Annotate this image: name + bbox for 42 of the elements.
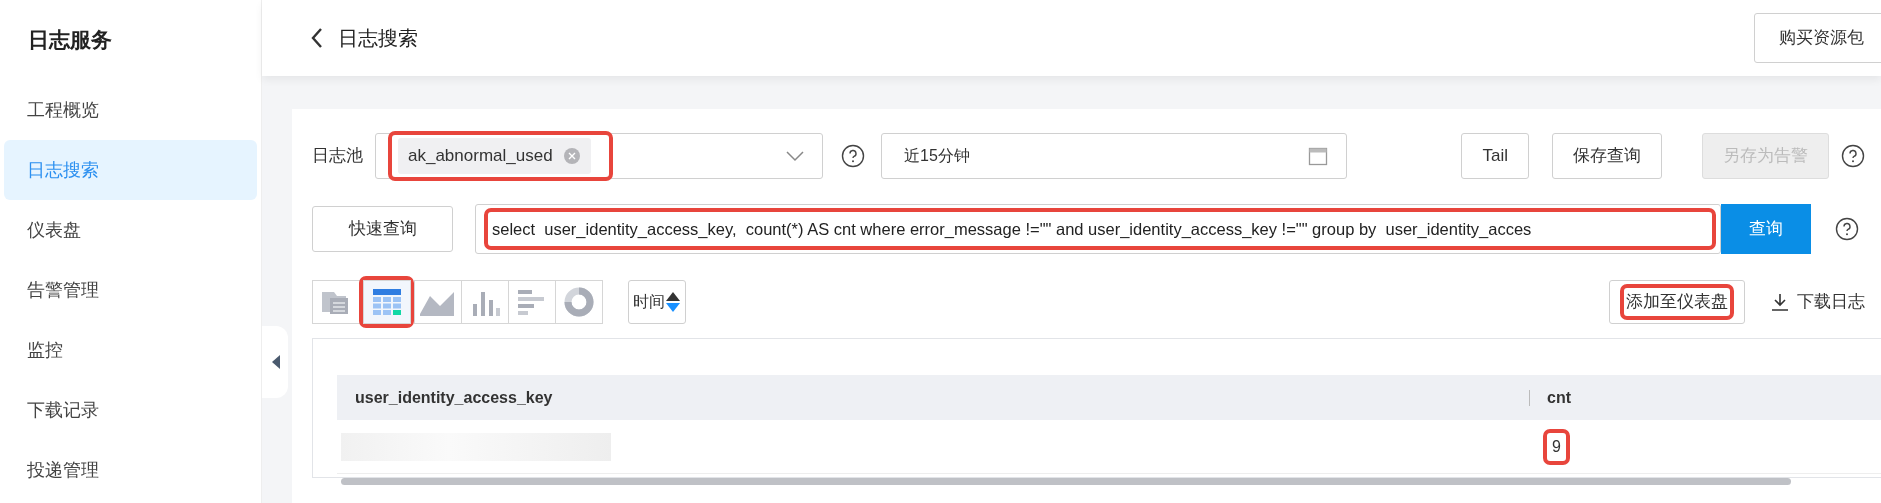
time-range-field[interactable]: 近15分钟	[881, 133, 1347, 179]
help-icon[interactable]	[1841, 144, 1865, 168]
time-range-value: 近15分钟	[904, 146, 970, 166]
view-tab[interactable]	[555, 280, 603, 324]
toolbar-button[interactable]: Tail	[1461, 133, 1529, 179]
sidebar-item[interactable]: 监控	[4, 320, 257, 380]
sort-icon	[665, 290, 681, 314]
clear-icon[interactable]	[562, 147, 581, 165]
page-title: 日志搜索	[338, 26, 418, 51]
horizontal-scrollbar[interactable]	[341, 478, 1791, 485]
view-tab[interactable]	[312, 280, 360, 324]
query-input[interactable]: select user_identity_access_key, count(*) AS cnt where error_message !="" and user_identity_access_key !="" group by user_identity_acces	[484, 208, 1716, 250]
help-icon[interactable]	[841, 144, 865, 168]
sidebar-item[interactable]: 告警管理	[4, 260, 257, 320]
table-cell-text: 9	[1552, 436, 1561, 457]
caret-down-icon[interactable]	[786, 150, 804, 162]
add-dashboard-button[interactable]: 添加至仪表盘	[1609, 280, 1745, 324]
back-icon[interactable]	[310, 27, 324, 49]
view-tab[interactable]	[508, 280, 556, 324]
view-tab[interactable]	[461, 280, 509, 324]
sidebar-item[interactable]: 仪表盘	[4, 200, 257, 260]
download-link[interactable]: 下载日志	[1771, 289, 1865, 315]
sort-button[interactable]: 时间	[628, 280, 686, 324]
field-label: 日志池	[312, 145, 363, 168]
log-pool-select[interactable]: ak_abnormal_used	[375, 133, 823, 179]
quick-query-button[interactable]: 快速查询	[312, 206, 453, 252]
tag-label: ak_abnormal_used	[408, 145, 553, 168]
download-icon	[1771, 293, 1789, 311]
help-icon[interactable]	[1835, 217, 1859, 241]
sidebar-item[interactable]: 工程概览	[4, 80, 257, 140]
calendar-icon[interactable]	[1308, 146, 1328, 166]
view-tab[interactable]	[414, 280, 462, 324]
button-label: 添加至仪表盘	[1626, 291, 1728, 314]
sidebar-item[interactable]: 下载记录	[4, 380, 257, 440]
collapse-handle[interactable]	[262, 326, 288, 398]
query-field[interactable]: select user_identity_access_key, count(*) AS cnt where error_message !="" and user_identity_access_key !="" group by user_identity_acces	[475, 204, 1721, 254]
column-header: cnt	[1547, 387, 1571, 408]
sidebar-title: 日志服务	[27, 27, 113, 53]
sidebar-item[interactable]: 投递管理	[4, 440, 257, 500]
column-header: user_identity_access_key	[354, 387, 554, 408]
buy-button[interactable]: 购买资源包	[1754, 13, 1881, 63]
toolbar-button[interactable]: 保存查询	[1552, 133, 1662, 179]
